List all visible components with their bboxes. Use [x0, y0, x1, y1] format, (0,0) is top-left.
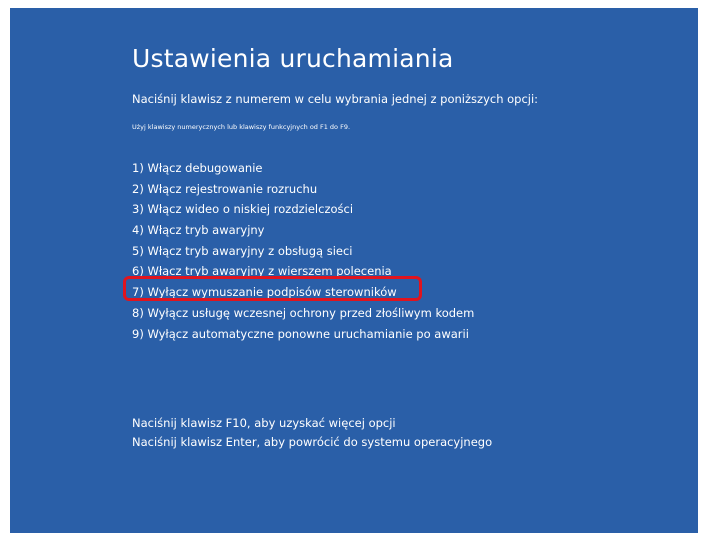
- option-enable-low-resolution-video[interactable]: 3) Włącz wideo o niskiej rozdzielczości: [132, 199, 474, 220]
- option-disable-auto-restart-on-failure[interactable]: 9) Wyłącz automatyczne ponowne uruchamia…: [132, 324, 474, 345]
- highlight-annotation-box: [123, 276, 422, 301]
- key-hint-text: Użyj klawiszy numerycznych lub klawiszy …: [132, 123, 351, 131]
- option-enable-debugging[interactable]: 1) Włącz debugowanie: [132, 158, 474, 179]
- more-options-text: Naciśnij klawisz F10, aby uzyskać więcej…: [132, 416, 396, 430]
- startup-settings-screen: Ustawienia uruchamiania Naciśnij klawisz…: [10, 8, 698, 533]
- option-enable-boot-logging[interactable]: 2) Włącz rejestrowanie rozruchu: [132, 179, 474, 200]
- return-to-os-text: Naciśnij klawisz Enter, aby powrócić do …: [132, 435, 493, 449]
- instruction-text: Naciśnij klawisz z numerem w celu wybran…: [132, 92, 539, 106]
- option-disable-early-launch-antimalware[interactable]: 8) Wyłącz usługę wczesnej ochrony przed …: [132, 303, 474, 324]
- startup-options-list: 1) Włącz debugowanie 2) Włącz rejestrowa…: [132, 158, 474, 344]
- page-title: Ustawienia uruchamiania: [132, 44, 454, 73]
- footer-instructions: Naciśnij klawisz F10, aby uzyskać więcej…: [132, 414, 492, 452]
- option-enable-safe-mode-networking[interactable]: 5) Włącz tryb awaryjny z obsługą sieci: [132, 241, 474, 262]
- option-enable-safe-mode[interactable]: 4) Włącz tryb awaryjny: [132, 220, 474, 241]
